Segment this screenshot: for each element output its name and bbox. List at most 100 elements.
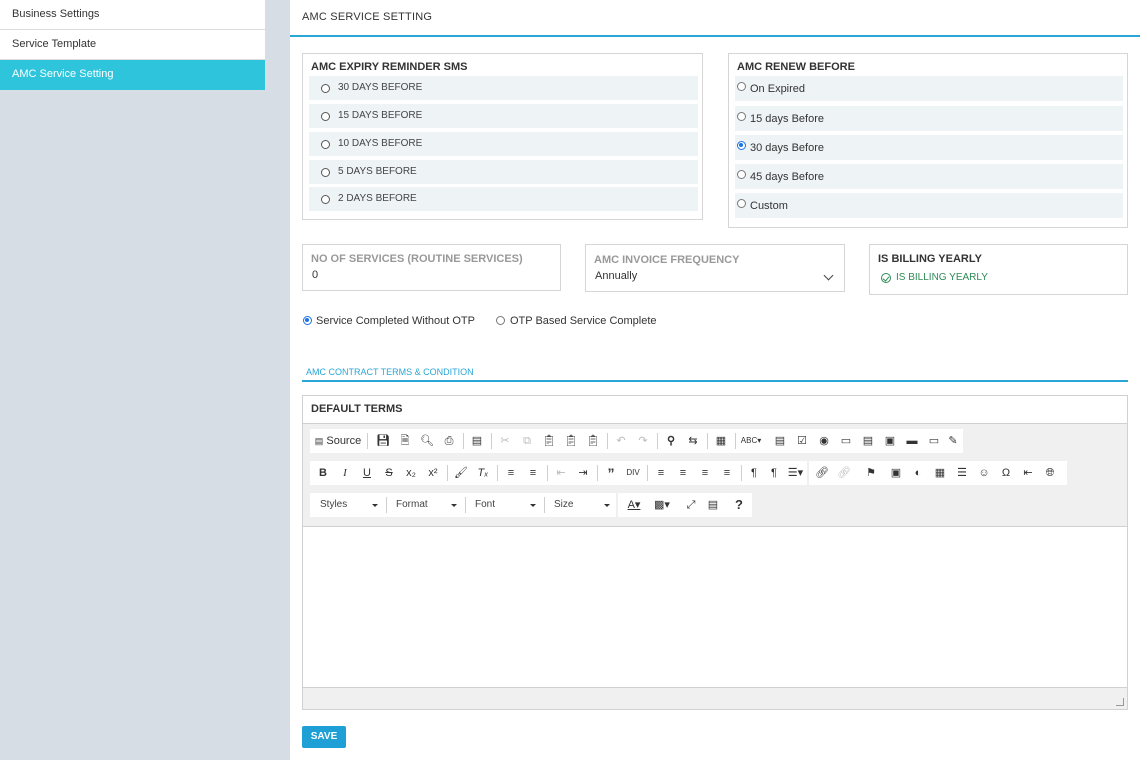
- copy-format-icon[interactable]: 🖌︎: [450, 461, 472, 485]
- rtl-icon[interactable]: ¶: [764, 461, 784, 485]
- div-container-icon[interactable]: DIV: [622, 461, 644, 485]
- resize-grip-icon[interactable]: [1116, 698, 1124, 706]
- maximize-icon[interactable]: ⤢: [680, 493, 702, 517]
- background-color-icon[interactable]: ▩▾: [648, 493, 676, 517]
- indent-icon[interactable]: ⇥: [572, 461, 594, 485]
- size-dropdown[interactable]: Size: [546, 493, 616, 517]
- paste-word-icon[interactable]: 📋︎: [582, 429, 604, 453]
- subscript-icon[interactable]: x₂: [400, 461, 422, 485]
- align-center-icon[interactable]: ≡: [672, 461, 694, 485]
- reminder-option-2[interactable]: 2 DAYS BEFORE: [309, 187, 698, 211]
- sidebar-item-service-template[interactable]: Service Template: [0, 30, 265, 60]
- preview-icon[interactable]: 🔍︎: [416, 429, 438, 453]
- radio-icon[interactable]: [737, 170, 746, 179]
- radio-icon[interactable]: [321, 168, 330, 177]
- superscript-icon[interactable]: x²: [422, 461, 444, 485]
- text-color-icon[interactable]: A▾: [620, 493, 648, 517]
- editor-content-area[interactable]: [303, 527, 1127, 687]
- reminder-option-5[interactable]: 5 DAYS BEFORE: [309, 160, 698, 184]
- spellcheck-icon[interactable]: ABC▾: [738, 429, 764, 453]
- table-icon[interactable]: ▦: [929, 461, 951, 485]
- bold-icon[interactable]: B: [312, 461, 334, 485]
- radio-selected-icon[interactable]: [303, 316, 312, 325]
- image-icon[interactable]: ▣: [885, 461, 907, 485]
- hidden-field-icon[interactable]: ✎: [943, 429, 963, 453]
- language-icon[interactable]: ☰▾: [784, 461, 807, 485]
- paste-text-icon[interactable]: 📋︎: [560, 429, 582, 453]
- cut-icon[interactable]: ✂: [494, 429, 516, 453]
- special-char-omega-icon[interactable]: Ω: [995, 461, 1017, 485]
- format-dropdown[interactable]: Format: [388, 493, 463, 517]
- templates-icon[interactable]: ▤: [466, 429, 488, 453]
- remove-format-icon[interactable]: Tₓ: [472, 461, 494, 485]
- link-icon[interactable]: 🔗︎: [811, 461, 833, 485]
- textarea-icon[interactable]: ▤: [857, 429, 879, 453]
- reminder-option-10[interactable]: 10 DAYS BEFORE: [309, 132, 698, 156]
- radio-icon[interactable]: [321, 112, 330, 121]
- ltr-icon[interactable]: ¶: [744, 461, 764, 485]
- redo-icon[interactable]: ↷: [632, 429, 654, 453]
- anchor-flag-icon[interactable]: ⚑: [860, 461, 882, 485]
- source-button[interactable]: ▤ Source: [312, 429, 364, 453]
- find-icon[interactable]: ⚲: [660, 429, 682, 453]
- radio-icon[interactable]: [496, 316, 505, 325]
- image-button-icon[interactable]: ▭: [923, 429, 945, 453]
- radio-icon[interactable]: [737, 82, 746, 91]
- bulleted-list-icon[interactable]: ≡: [522, 461, 544, 485]
- completion-option-without-otp[interactable]: Service Completed Without OTP: [316, 315, 475, 327]
- font-dropdown[interactable]: Font: [467, 493, 542, 517]
- print-icon[interactable]: ⎙: [438, 429, 460, 453]
- paste-icon[interactable]: 📋︎: [538, 429, 560, 453]
- numbered-list-icon[interactable]: ≡: [500, 461, 522, 485]
- sidebar-item-business-settings[interactable]: Business Settings: [0, 0, 265, 30]
- radio-icon[interactable]: [737, 199, 746, 208]
- renew-option-30[interactable]: 30 days Before: [735, 135, 1123, 160]
- help-icon[interactable]: ?: [728, 493, 750, 517]
- replace-icon[interactable]: ⇆: [682, 429, 704, 453]
- form-icon[interactable]: ▤: [769, 429, 791, 453]
- radio-icon[interactable]: [321, 140, 330, 149]
- strikethrough-icon[interactable]: S: [378, 461, 400, 485]
- save-icon[interactable]: 💾︎: [372, 429, 394, 453]
- unlink-icon[interactable]: 🔗︎: [833, 461, 855, 485]
- blockquote-icon[interactable]: ”: [600, 461, 622, 485]
- italic-icon[interactable]: I: [334, 461, 356, 485]
- copy-icon[interactable]: ⧉: [516, 429, 538, 453]
- page-break-icon[interactable]: ⇤: [1017, 461, 1039, 485]
- justify-icon[interactable]: ≡: [716, 461, 738, 485]
- horizontal-line-icon[interactable]: ☰: [951, 461, 973, 485]
- save-button[interactable]: SAVE: [302, 726, 346, 748]
- radio-icon[interactable]: [321, 84, 330, 93]
- show-blocks-icon[interactable]: ▤: [702, 493, 724, 517]
- iframe-globe-icon[interactable]: 🌐︎: [1039, 461, 1061, 485]
- text-field-icon[interactable]: ▭: [835, 429, 857, 453]
- new-page-icon[interactable]: 🗎︎: [394, 429, 416, 453]
- radio-icon[interactable]: [737, 112, 746, 121]
- reminder-option-30[interactable]: 30 DAYS BEFORE: [309, 76, 698, 100]
- styles-dropdown[interactable]: Styles: [312, 493, 384, 517]
- radio-selected-icon[interactable]: [737, 141, 746, 150]
- align-left-icon[interactable]: ≡: [650, 461, 672, 485]
- smiley-icon[interactable]: ☺: [973, 461, 995, 485]
- align-right-icon[interactable]: ≡: [694, 461, 716, 485]
- button-field-icon[interactable]: ▬: [901, 429, 923, 453]
- underline-icon[interactable]: U: [356, 461, 378, 485]
- outdent-icon[interactable]: ⇤: [550, 461, 572, 485]
- checkbox-icon[interactable]: ☑: [791, 429, 813, 453]
- renew-option-custom[interactable]: Custom: [735, 193, 1123, 218]
- select-all-icon[interactable]: ▦: [710, 429, 732, 453]
- invoice-frequency-select[interactable]: AMC INVOICE FREQUENCY Annually: [585, 244, 845, 292]
- renew-option-15[interactable]: 15 days Before: [735, 106, 1123, 131]
- renew-option-45[interactable]: 45 days Before: [735, 164, 1123, 189]
- select-field-icon[interactable]: ▣: [879, 429, 901, 453]
- terms-section-tab[interactable]: AMC CONTRACT TERMS & CONDITION: [302, 362, 1128, 382]
- reminder-option-15[interactable]: 15 DAYS BEFORE: [309, 104, 698, 128]
- radio-icon[interactable]: [321, 195, 330, 204]
- renew-option-on-expired[interactable]: On Expired: [735, 76, 1123, 101]
- chevron-down-icon[interactable]: [823, 270, 834, 281]
- radio-button-icon[interactable]: ◉: [813, 429, 835, 453]
- flash-icon[interactable]: ◐: [907, 461, 929, 485]
- sidebar-item-amc-service-setting[interactable]: AMC Service Setting: [0, 60, 265, 90]
- completion-option-otp-based[interactable]: OTP Based Service Complete: [510, 315, 657, 327]
- undo-icon[interactable]: ↶: [610, 429, 632, 453]
